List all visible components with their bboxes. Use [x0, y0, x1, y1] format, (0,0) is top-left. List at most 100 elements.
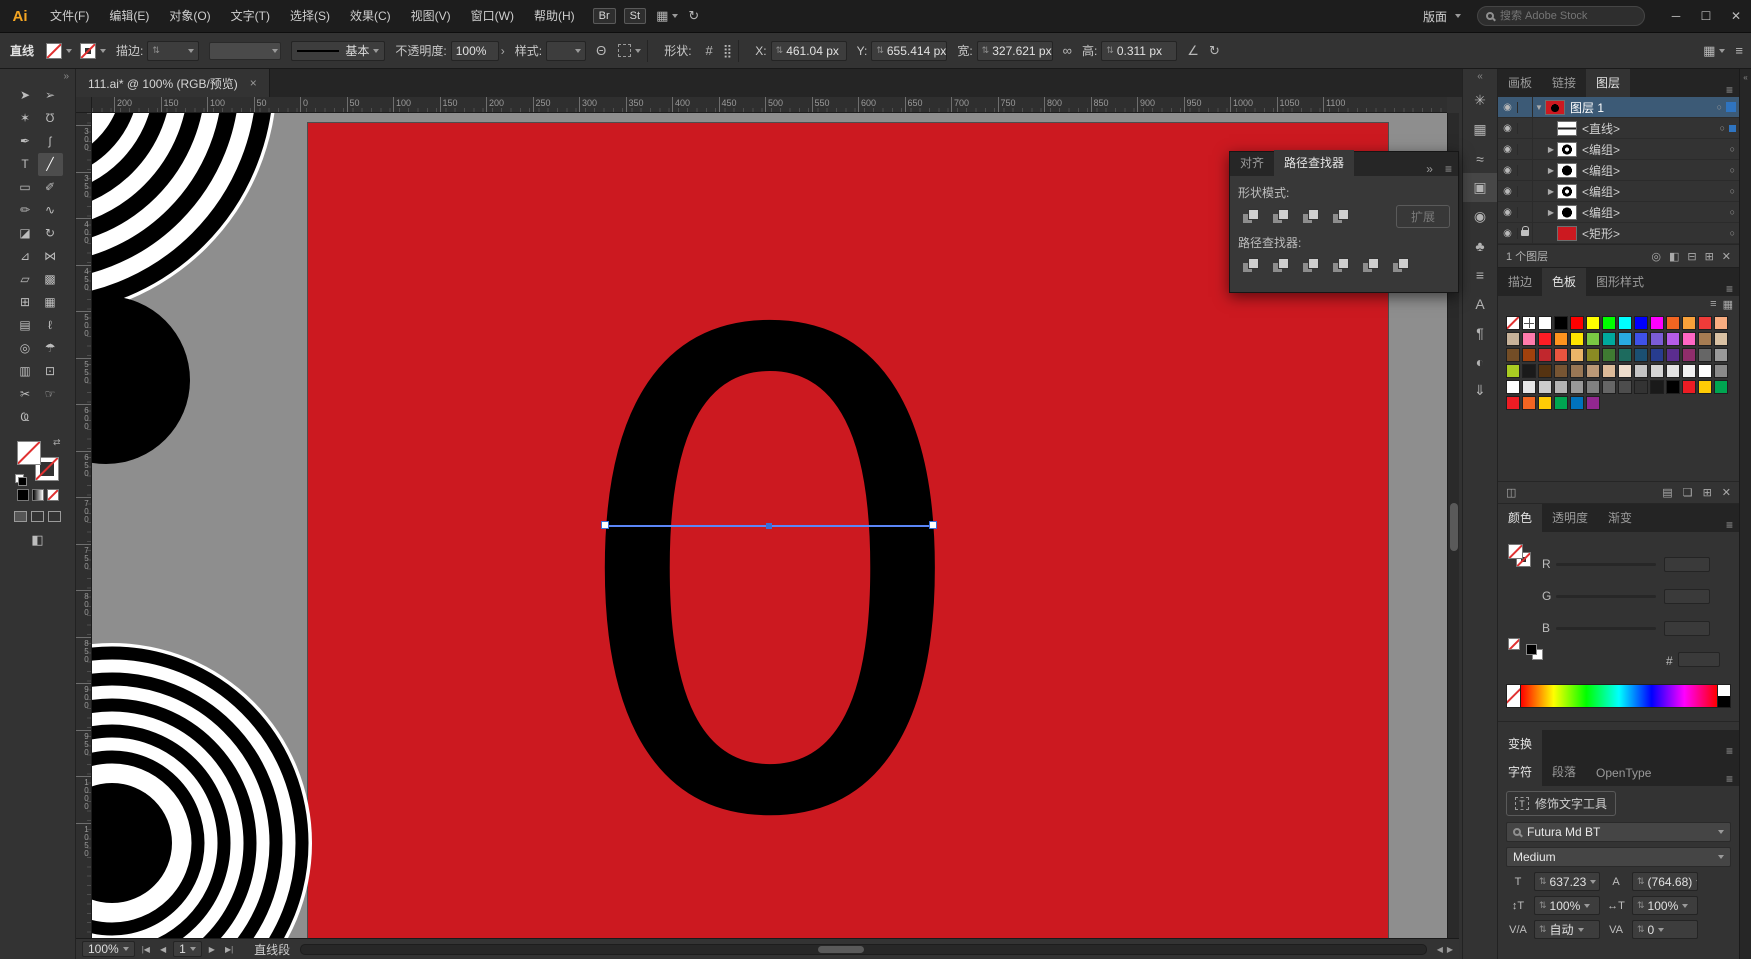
swatch[interactable] — [1634, 364, 1648, 378]
select-similar-icon[interactable] — [618, 44, 632, 57]
swatch[interactable] — [1538, 332, 1552, 346]
target-icon[interactable]: ○ — [1717, 102, 1722, 112]
menu-item[interactable]: 视图(V) — [401, 0, 461, 33]
divide-button[interactable] — [1238, 255, 1264, 276]
stepper-icon[interactable]: ⇅ — [776, 45, 784, 56]
layer-name[interactable]: <编组> — [1582, 183, 1620, 200]
make-clip-mask-icon[interactable]: ◧ — [1669, 250, 1679, 263]
graphic-style-select[interactable] — [546, 40, 587, 61]
swatch[interactable] — [1618, 364, 1632, 378]
target-icon[interactable]: ○ — [1730, 207, 1735, 217]
color-themes-panel-icon[interactable]: ✳ — [1463, 86, 1497, 115]
swatch[interactable] — [1522, 348, 1536, 362]
horizontal-scrollbar[interactable] — [300, 943, 1427, 955]
swatch[interactable] — [1506, 348, 1520, 362]
first-artboard-button[interactable]: |◀ — [139, 945, 153, 954]
spectrum-gradient[interactable] — [1521, 685, 1717, 707]
collapse-panels-icon[interactable]: « — [1743, 73, 1747, 82]
swatch[interactable] — [1618, 348, 1632, 362]
stepper-icon[interactable]: ⇅ — [1539, 924, 1547, 935]
toolbar-collapse-button[interactable]: » — [0, 69, 75, 84]
black-white-chips[interactable] — [1526, 644, 1543, 660]
swatch[interactable] — [1602, 348, 1616, 362]
swatch[interactable] — [1714, 348, 1728, 362]
layer-row[interactable]: ◉ <直线> ○ — [1498, 118, 1739, 139]
swatch-group-icon[interactable]: ❏ — [1683, 486, 1693, 499]
swatch[interactable] — [1586, 364, 1600, 378]
swatch-kinds-icon[interactable]: ▤ — [1662, 486, 1672, 499]
exclude-button[interactable] — [1328, 206, 1354, 227]
menu-item[interactable]: 编辑(E) — [99, 0, 159, 33]
layer-name[interactable]: <编组> — [1582, 162, 1620, 179]
minimize-button[interactable]: ─ — [1661, 0, 1691, 33]
document-tab[interactable]: 111.ai* @ 100% (RGB/预览) × — [76, 69, 270, 97]
rectangle-tool[interactable]: ▭ — [13, 176, 38, 199]
blend-tool[interactable]: ◎ — [13, 337, 38, 360]
lasso-tool[interactable]: Ʊ — [38, 107, 63, 130]
x-field[interactable]: ⇅ 461.04 px — [770, 40, 847, 61]
stock-search[interactable] — [1477, 6, 1645, 26]
line-segment-tool[interactable]: ╱ — [37, 153, 63, 176]
layer-thumbnail[interactable] — [1557, 162, 1577, 178]
hex-field[interactable] — [1678, 652, 1720, 667]
swatch[interactable] — [1602, 332, 1616, 346]
draw-normal-button[interactable] — [14, 511, 27, 522]
scroll-right-arrow[interactable]: ▶ — [1447, 945, 1453, 954]
rotate-tool[interactable]: ↻ — [38, 222, 63, 245]
stroke-color-swatch[interactable] — [80, 42, 97, 59]
panel-menu-icon[interactable]: ≡ — [1720, 772, 1739, 786]
swatch[interactable] — [1570, 364, 1584, 378]
recolor-artwork-icon[interactable]: Θ — [596, 43, 606, 58]
merge-button[interactable] — [1298, 255, 1324, 276]
close-document-icon[interactable]: × — [250, 76, 257, 90]
magic-wand-tool[interactable]: ✶ — [13, 107, 38, 130]
fill-color-control[interactable] — [16, 441, 41, 465]
target-icon[interactable]: ○ — [1730, 165, 1735, 175]
delete-swatch-icon[interactable]: ✕ — [1722, 486, 1731, 499]
stroke-panel-icon[interactable]: ≡ — [1463, 260, 1497, 289]
opacity-field[interactable]: 100% — [450, 40, 499, 61]
swatch[interactable] — [1698, 380, 1712, 394]
unite-button[interactable] — [1238, 206, 1264, 227]
swatch[interactable] — [1682, 348, 1696, 362]
shaper-tool[interactable]: ∿ — [38, 199, 63, 222]
layer-thumbnail[interactable] — [1557, 225, 1577, 241]
direct-selection-tool[interactable]: ➢ — [38, 84, 63, 107]
brush-definition-select[interactable]: 基本 — [291, 40, 386, 61]
transparency-panel-icon[interactable]: ◐ — [1463, 347, 1497, 376]
rotate-icon[interactable]: ↻ — [1209, 43, 1220, 59]
expand-arrow-icon[interactable]: ▼ — [1533, 103, 1545, 112]
tab-align[interactable]: 对齐 — [1230, 150, 1274, 176]
swatch[interactable] — [1698, 332, 1712, 346]
outline-button[interactable] — [1358, 255, 1384, 276]
tab-graphic-styles[interactable]: 图形样式 — [1586, 268, 1654, 296]
zoom-tool[interactable]: Ҩ — [13, 406, 38, 429]
locate-object-icon[interactable]: ◎ — [1651, 250, 1661, 263]
link-dimensions-icon[interactable]: ∞ — [1063, 43, 1072, 58]
layer-thumbnail[interactable] — [1557, 141, 1577, 157]
vertical-scroll-thumb[interactable] — [1450, 503, 1458, 551]
libraries-icon[interactable]: ◫ — [1506, 486, 1516, 499]
lock-toggle[interactable] — [1518, 97, 1533, 117]
menu-item[interactable]: 窗口(W) — [461, 0, 524, 33]
lock-toggle[interactable] — [1518, 223, 1533, 243]
tab-links[interactable]: 链接 — [1542, 69, 1586, 97]
spectrum-none-cell[interactable] — [1507, 685, 1521, 707]
stepper-icon[interactable]: ⇅ — [1106, 45, 1114, 56]
swatch[interactable] — [1586, 332, 1600, 346]
y-field[interactable]: ⇅ 655.414 px — [871, 40, 948, 61]
swatch[interactable] — [1714, 316, 1728, 330]
scale-tool[interactable]: ⊿ — [13, 245, 38, 268]
shape-builder-tool[interactable]: ▩ — [38, 268, 63, 291]
swatch[interactable] — [1714, 364, 1728, 378]
swatch[interactable] — [1570, 396, 1584, 410]
new-swatch-icon[interactable]: ⊞ — [1703, 486, 1712, 499]
layer-row[interactable]: ◉ ▼ 图层 1 ○ — [1498, 97, 1739, 118]
swatch[interactable] — [1538, 380, 1552, 394]
export-panel-icon[interactable]: ⇓ — [1463, 376, 1497, 405]
swatch[interactable] — [1618, 332, 1632, 346]
tracking-field[interactable]: ⇅ 0 — [1632, 920, 1698, 939]
tab-layers[interactable]: 图层 — [1586, 69, 1631, 97]
arrange-documents-icon[interactable]: ▦ — [656, 8, 668, 24]
swatch[interactable] — [1666, 332, 1680, 346]
